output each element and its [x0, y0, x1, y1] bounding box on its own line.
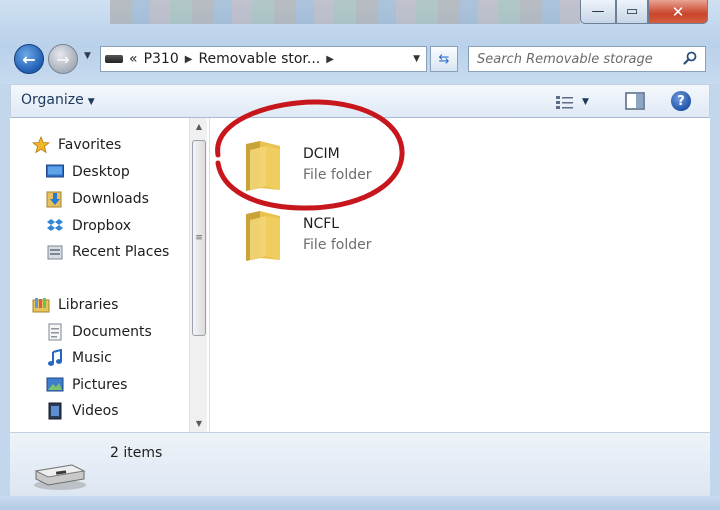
navigation-scrollbar[interactable]: ▲ ≡ ▼	[189, 118, 207, 432]
forward-arrow-icon: →	[56, 49, 70, 69]
videos-icon	[46, 402, 64, 420]
sidebar-item-label: Downloads	[72, 191, 149, 207]
sidebar-item-downloads[interactable]: Downloads	[46, 188, 149, 210]
breadcrumb-separator-icon[interactable]: ▶	[326, 54, 334, 65]
sidebar-item-favorites[interactable]: Favorites	[32, 134, 121, 156]
recent-pages-dropdown[interactable]: ▼	[84, 51, 91, 61]
sidebar-item-recent-places[interactable]: Recent Places	[46, 241, 169, 263]
window-frame-bottom	[0, 496, 720, 510]
item-count: 2 items	[110, 445, 163, 461]
address-overflow-chevron[interactable]: «	[129, 51, 138, 67]
grip-icon: ≡	[195, 233, 203, 243]
sidebar-item-label: Desktop	[72, 164, 130, 180]
sidebar-item-pictures[interactable]: Pictures	[46, 374, 127, 396]
chevron-down-icon: ▼	[87, 97, 95, 107]
help-button[interactable]: ?	[671, 91, 691, 111]
chevron-down-icon[interactable]: ▼	[582, 97, 589, 107]
sidebar-item-videos[interactable]: Videos	[46, 400, 119, 422]
sidebar-item-label: Favorites	[58, 137, 122, 153]
sidebar-item-music[interactable]: Music	[46, 347, 112, 369]
organize-label: Organize	[21, 92, 84, 108]
sidebar-item-documents[interactable]: Documents	[46, 321, 152, 343]
dropbox-icon	[46, 217, 64, 235]
search-box[interactable]	[468, 46, 706, 72]
sidebar-item-libraries[interactable]: Libraries	[32, 294, 118, 316]
sidebar-item-label: Libraries	[58, 297, 119, 313]
sidebar-item-label: Dropbox	[72, 218, 131, 234]
pictures-icon	[46, 376, 64, 394]
file-item-dcim[interactable]: DCIM File folder	[236, 140, 416, 198]
navigation-pane: Favorites Desktop Downloads Dropbox Rece…	[10, 118, 210, 432]
address-bar[interactable]: « P310 ▶ Removable stor... ▶ ▼	[100, 46, 427, 72]
breadcrumb-removable-storage[interactable]: Removable stor...	[198, 51, 320, 67]
sidebar-item-label: Documents	[72, 324, 152, 340]
file-item-ncfl[interactable]: NCFL File folder	[236, 210, 416, 268]
details-pane: 2 items	[10, 432, 710, 496]
help-icon: ?	[677, 93, 685, 109]
sidebar-item-label: Pictures	[72, 377, 128, 393]
drive-icon	[105, 55, 123, 63]
change-view-button[interactable]: ▼	[556, 92, 600, 112]
back-arrow-icon: ←	[22, 49, 36, 69]
scroll-down-arrow-icon[interactable]: ▼	[190, 419, 208, 428]
refresh-button[interactable]: ⇆	[430, 46, 458, 72]
breadcrumb-p310[interactable]: P310	[144, 51, 179, 67]
sidebar-item-dropbox[interactable]: Dropbox	[46, 215, 131, 237]
close-button[interactable]: ✕	[648, 0, 708, 24]
file-name: DCIM	[303, 146, 340, 162]
folder-icon	[246, 141, 280, 191]
minimize-button[interactable]: —	[580, 0, 616, 24]
libraries-icon	[32, 296, 50, 314]
forward-button[interactable]: →	[48, 44, 78, 74]
sidebar-item-desktop[interactable]: Desktop	[46, 161, 130, 183]
downloads-icon	[46, 190, 64, 208]
sidebar-item-label: Videos	[72, 403, 119, 419]
file-type: File folder	[303, 167, 372, 183]
back-button[interactable]: ←	[14, 44, 44, 74]
desktop-icon	[46, 163, 64, 181]
view-list-icon	[556, 96, 573, 109]
organize-button[interactable]: Organize ▼	[21, 92, 95, 108]
preview-pane-icon[interactable]	[625, 92, 645, 110]
star-icon	[32, 136, 50, 154]
file-type: File folder	[303, 237, 372, 253]
window-frame-left	[0, 84, 10, 496]
address-dropdown-icon[interactable]: ▼	[413, 54, 420, 64]
search-icon[interactable]	[683, 51, 697, 65]
breadcrumb-separator-icon[interactable]: ▶	[185, 54, 193, 65]
window-frame-right	[710, 84, 720, 496]
recent-places-icon	[46, 243, 64, 261]
file-name: NCFL	[303, 216, 340, 232]
music-icon	[46, 349, 64, 367]
removable-drive-icon	[34, 464, 86, 490]
documents-icon	[46, 323, 64, 341]
sidebar-item-label: Music	[72, 350, 112, 366]
folder-icon	[246, 211, 280, 261]
sidebar-item-label: Recent Places	[72, 244, 170, 260]
scroll-thumb[interactable]: ≡	[192, 140, 206, 336]
command-bar: Organize ▼ ▼ ?	[10, 84, 710, 118]
search-input[interactable]	[477, 51, 682, 67]
scroll-up-arrow-icon[interactable]: ▲	[190, 122, 208, 131]
background-blur	[110, 0, 580, 24]
refresh-icon: ⇆	[438, 51, 450, 67]
file-list: DCIM File folder NCFL File folder	[212, 118, 710, 432]
maximize-button[interactable]: ▭	[616, 0, 648, 24]
